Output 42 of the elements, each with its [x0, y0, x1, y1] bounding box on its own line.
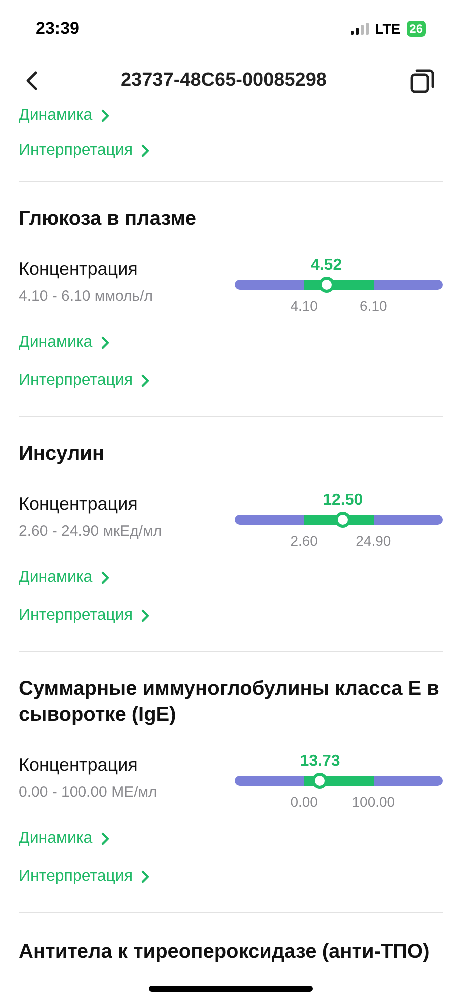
test-title: Антитела к тиреопероксидазе (анти-ТПО)	[19, 940, 431, 965]
chevron-right-icon	[100, 109, 110, 123]
parameter-label: Концентрация	[19, 258, 139, 281]
link[interactable]: Динамика	[19, 97, 110, 135]
parameter-label: Концентрация	[19, 493, 139, 516]
chevron-right-icon	[141, 374, 150, 388]
low-limit: 2.60	[290, 532, 318, 551]
value-label: 12.50	[323, 491, 364, 511]
link[interactable]: Интерпретация	[19, 858, 443, 896]
battery-icon: 26	[406, 21, 426, 37]
chevron-right-icon	[141, 609, 150, 623]
chevron-right-icon	[141, 144, 150, 158]
chevron-right-icon	[100, 832, 110, 846]
link[interactable]: Интерпретация	[19, 132, 443, 170]
high-limit: 6.10	[360, 297, 388, 316]
test-title: Суммарные иммуноглобулины класса E в сыворотке (IgE)	[19, 677, 440, 728]
back-icon[interactable]	[26, 71, 38, 91]
link[interactable]: Интерпретация	[19, 597, 443, 635]
value-label: 13.73	[300, 752, 340, 772]
status-time: 23:39	[36, 18, 80, 40]
link[interactable]: Динамика	[19, 324, 443, 362]
header-title: 23737-48C65-00085298	[120, 68, 327, 93]
test-title: Инсулин	[19, 442, 106, 467]
high-limit: 24.90	[356, 532, 392, 551]
copy-icon[interactable]	[410, 68, 436, 94]
link[interactable]: Интерпретация	[19, 362, 443, 400]
link[interactable]: Динамика	[19, 820, 443, 858]
reference-range: 4.10 - 6.10 ммоль/л	[19, 287, 154, 307]
network-label: LTE	[375, 20, 401, 38]
reference-range: 0.00 - 100.00 МЕ/мл	[19, 783, 158, 803]
parameter-label: Концентрация	[19, 754, 139, 777]
signal-icon	[351, 23, 370, 35]
low-limit: 4.10	[290, 297, 318, 316]
chevron-right-icon	[100, 571, 110, 585]
low-limit: 0.00	[290, 793, 318, 812]
link[interactable]: Динамика	[19, 559, 443, 597]
reference-range: 2.60 - 24.90 мкЕд/мл	[19, 522, 164, 542]
chevron-right-icon	[141, 870, 150, 884]
high-limit: 100.00	[352, 793, 396, 812]
test-title: Глюкоза в плазме	[19, 207, 198, 232]
value-label: 4.52	[310, 256, 342, 276]
chevron-right-icon	[100, 336, 110, 350]
